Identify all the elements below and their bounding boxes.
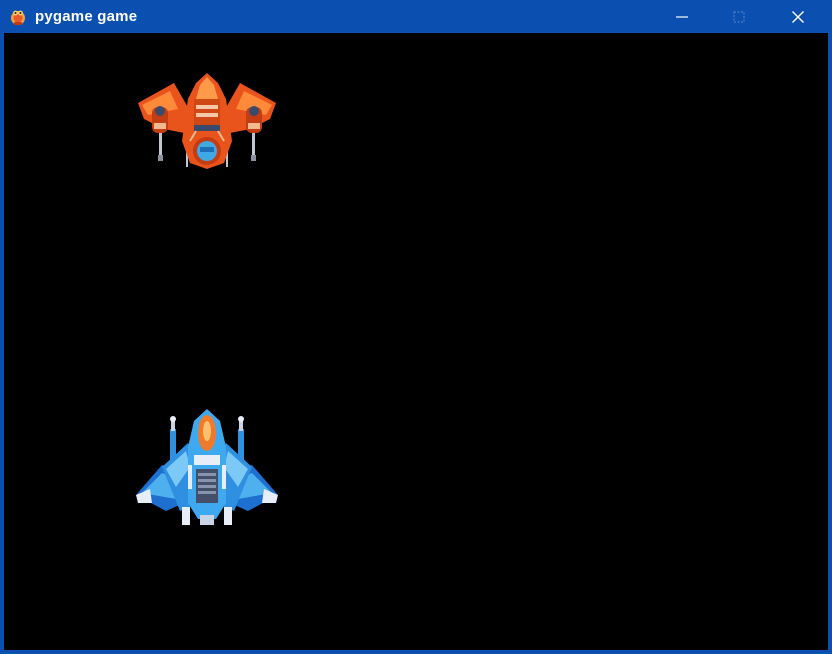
player-ship-sprite bbox=[136, 409, 278, 525]
game-canvas[interactable] bbox=[4, 33, 828, 650]
maximize-button[interactable] bbox=[716, 0, 762, 33]
minimize-button[interactable] bbox=[659, 0, 705, 33]
window-title: pygame game bbox=[35, 8, 138, 25]
title-bar[interactable]: pygame game bbox=[0, 0, 832, 33]
pygame-snake-icon bbox=[11, 10, 25, 25]
minimize-icon bbox=[676, 15, 688, 18]
close-button[interactable] bbox=[775, 0, 821, 33]
game-window: pygame game bbox=[0, 0, 832, 654]
enemy-ship-sprite bbox=[138, 73, 276, 169]
maximize-icon bbox=[733, 11, 745, 22]
close-icon bbox=[792, 10, 804, 23]
